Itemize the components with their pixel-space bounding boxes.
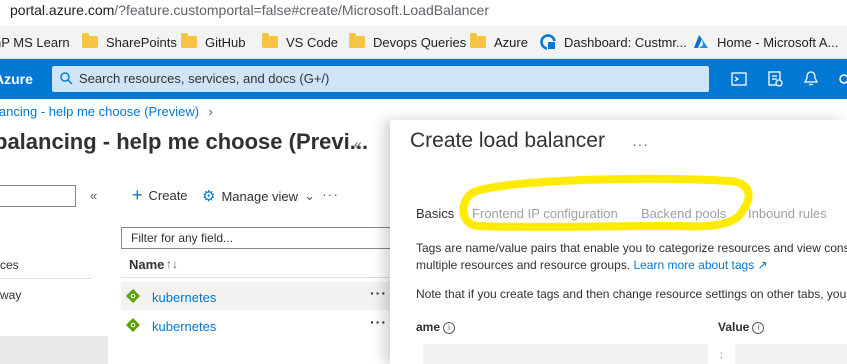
bookmark-vscode[interactable]: VS Code [262, 33, 338, 51]
tab-backend-pools[interactable]: Backend pools [641, 206, 726, 221]
collapse-menu-icon[interactable]: « [90, 188, 97, 203]
menu-item-services[interactable]: ces [0, 258, 19, 272]
info-icon[interactable]: i [443, 321, 456, 334]
tags-note: Note that if you create tags and then ch… [416, 287, 847, 301]
manage-view-button[interactable]: ⚙ Manage view ⌄ [202, 187, 315, 205]
address-bar[interactable]: portal.azure.com/?feature.customportal=f… [0, 0, 847, 26]
breadcrumb: lancing - help me choose (Preview) › [0, 104, 213, 119]
portal-top-bar: Azure Search resources, services, and do… [0, 59, 847, 99]
folder-icon [349, 33, 365, 48]
tag-name-input[interactable] [423, 344, 708, 364]
tab-frontend-ip-configuration[interactable]: Frontend IP configuration [472, 206, 618, 221]
notifications-icon[interactable] [801, 69, 821, 89]
tags-description-line1: Tags are name/value pairs that enable yo… [416, 241, 847, 255]
row-more-icon[interactable]: ··· [370, 314, 387, 330]
panel-more-icon[interactable]: ··· [632, 136, 649, 152]
chevron-down-icon: ⌄ [304, 188, 315, 203]
sort-arrows-icon[interactable]: ↑↓ [166, 257, 178, 271]
filter-placeholder: Filter for any field... [131, 231, 234, 245]
dashboard-icon [540, 34, 556, 50]
panel-title: Create load balancer [410, 129, 605, 152]
bookmark-github[interactable]: GitHub [181, 33, 245, 51]
folder-icon [262, 33, 278, 48]
breadcrumb-chevron-icon: › [208, 104, 214, 119]
bookmark-sharepoints[interactable]: SharePoints [82, 33, 177, 51]
search-placeholder: Search resources, services, and docs (G+… [79, 71, 330, 86]
portal-brand[interactable]: Azure [0, 71, 33, 87]
list-item-name[interactable]: kubernetes [152, 319, 216, 334]
load-balancer-icon [126, 318, 140, 332]
tags-column-value: Value i [718, 320, 765, 334]
tab-inbound-rules[interactable]: Inbound rules [748, 206, 827, 221]
load-balancer-icon [126, 289, 140, 303]
left-filter-input[interactable] [0, 185, 76, 207]
global-search-input[interactable]: Search resources, services, and docs (G+… [52, 66, 709, 92]
external-link-icon: ↗ [757, 258, 768, 272]
list-item[interactable]: kubernetes ··· [121, 282, 401, 310]
tag-value-input[interactable] [735, 344, 847, 364]
header-divider [121, 277, 401, 278]
folder-icon [82, 33, 98, 48]
folder-icon [181, 33, 197, 48]
info-icon[interactable]: i [752, 321, 765, 334]
gear-icon: ⚙ [202, 188, 216, 205]
menu-item-gateway[interactable]: way [0, 288, 21, 302]
breadcrumb-link[interactable]: lancing - help me choose (Preview) [0, 104, 199, 119]
more-actions-icon[interactable]: ··· [322, 186, 339, 202]
search-icon [60, 72, 73, 85]
collapse-double-chevron-icon[interactable]: « [354, 136, 362, 152]
bookmark-azure[interactable]: Azure [470, 33, 528, 51]
bookmark-ms-learn[interactable]: nP MS Learn [0, 33, 70, 51]
folder-icon [470, 33, 486, 48]
tags-description-line2: multiple resources and resource groups. … [416, 258, 768, 272]
blade-title: balancing - help me choose (Previ... [0, 129, 369, 154]
row-more-icon[interactable]: ··· [370, 285, 387, 301]
plus-icon: + [132, 185, 143, 205]
bookmark-home-microsoft-azure[interactable]: Home - Microsoft A... [693, 33, 838, 51]
learn-more-link[interactable]: Learn more about tags ↗ [633, 258, 767, 272]
column-header-name[interactable]: Name [129, 257, 164, 272]
settings-icon[interactable] [834, 69, 847, 89]
create-button[interactable]: + Create [132, 185, 188, 205]
left-gray-area [0, 336, 108, 364]
url-text: portal.azure.com/?feature.customportal=f… [10, 2, 489, 18]
directory-filter-icon[interactable] [765, 69, 785, 89]
azure-logo-icon [694, 35, 708, 48]
bookmark-devops-queries[interactable]: Devops Queries [349, 33, 466, 51]
tab-basics[interactable]: Basics [416, 206, 454, 221]
tag-separator: : [720, 350, 723, 361]
list-item[interactable]: kubernetes ··· [121, 311, 401, 339]
bookmarks-bar: nP MS Learn SharePoints GitHub VS Code D… [0, 26, 847, 59]
menu-divider [0, 278, 92, 279]
bookmark-dashboard[interactable]: Dashboard: Custmr... [540, 33, 687, 51]
tags-column-name: ame i [416, 320, 456, 334]
list-item-name[interactable]: kubernetes [152, 290, 216, 305]
cloud-shell-icon[interactable] [729, 69, 749, 89]
